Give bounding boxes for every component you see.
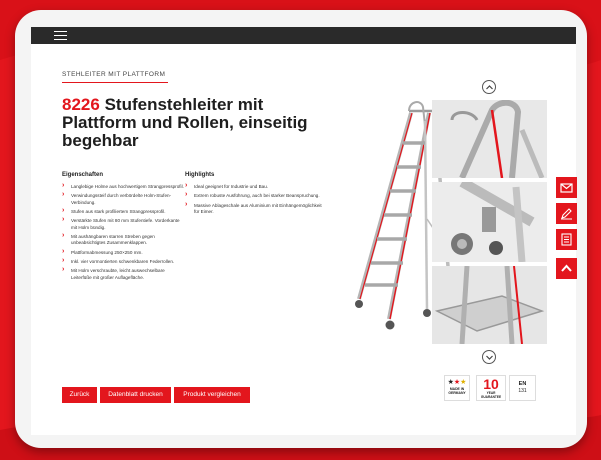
chevron-up-icon — [486, 85, 493, 90]
warranty-text: YEAR GUARANTEE — [480, 391, 502, 399]
scroll-up-button[interactable] — [482, 80, 496, 94]
document-icon — [561, 233, 572, 246]
top-navigation-bar — [31, 27, 576, 44]
list-item: Mit Holm verschraubte, leicht auswechsel… — [62, 267, 184, 280]
chevron-down-icon — [486, 355, 493, 360]
castor-wheel-image — [432, 182, 547, 262]
back-to-top-tab[interactable] — [556, 258, 577, 279]
mail-icon — [560, 183, 573, 193]
features-list: Langlebige Holme aus hochwertigem Strang… — [62, 183, 184, 284]
norm-badge: EN 131 — [509, 375, 536, 401]
stars-icon: ★★★ — [447, 379, 467, 386]
list-item: Verwindungssteif durch verbördelte Holm-… — [62, 192, 184, 205]
list-item: Ideal geeignet für Industrie und Bau. — [185, 183, 323, 190]
made-in-germany-badge: ★★★ MADE IN GERMANY — [444, 375, 470, 401]
thumbnail-platform[interactable] — [432, 100, 547, 178]
thumbnail-tray[interactable] — [432, 266, 547, 344]
scroll-down-button[interactable] — [482, 350, 496, 364]
highlights-heading: Highlights — [185, 172, 215, 178]
screen: Stehleiter mit Plattform 8226 Stufensteh… — [31, 27, 576, 435]
list-item: Stufen aus stark profiliertem Strangpres… — [62, 208, 184, 215]
request-quote-tab[interactable] — [556, 203, 577, 224]
warranty-number: 10 — [483, 376, 499, 392]
product-number: 8226 — [62, 95, 100, 114]
list-item: Inkl. vier vormontierten schwenkbaren Fe… — [62, 258, 184, 265]
catalog-tab[interactable] — [556, 229, 577, 250]
compare-product-button[interactable]: Produkt vergleichen — [174, 387, 250, 403]
tray-image — [432, 266, 547, 344]
page-title: 8226 Stufenstehleiter mit Plattform und … — [62, 96, 332, 150]
norm-line1: EN — [518, 381, 527, 387]
contact-mail-tab[interactable] — [556, 177, 577, 198]
norm-line2: 131 — [518, 388, 527, 394]
list-item: Massive Ablageschale aus Aluminium mit E… — [185, 202, 323, 215]
hamburger-icon[interactable] — [54, 31, 67, 40]
list-item: Verstärkte Stufen mit 80 mm Stufentiefe.… — [62, 217, 184, 230]
thumbnail-wheel[interactable] — [432, 182, 547, 262]
features-heading: Eigenschaften — [62, 172, 104, 178]
made-in-text: MADE IN GERMANY — [448, 387, 466, 395]
arrow-up-icon — [561, 264, 572, 272]
list-item: Langlebige Holme aus hochwertigem Strang… — [62, 183, 184, 190]
breadcrumb-underline — [62, 82, 168, 83]
breadcrumb[interactable]: Stehleiter mit Plattform — [62, 71, 165, 78]
list-item: Mit aushängbaren starren Streben gegen u… — [62, 233, 184, 246]
list-item: Extrem robuste Ausführung, auch bei star… — [185, 192, 323, 199]
print-datasheet-button[interactable]: Datenblatt drucken — [100, 387, 171, 403]
highlights-list: Ideal geeignet für Industrie und Bau. Ex… — [185, 183, 323, 218]
pen-icon — [561, 208, 572, 220]
platform-railing-image — [432, 100, 547, 178]
back-button[interactable]: Zurück — [62, 387, 97, 403]
warranty-badge: 10 YEAR GUARANTEE — [476, 375, 506, 401]
list-item: Plattformabmessung 250×250 mm. — [62, 249, 184, 256]
